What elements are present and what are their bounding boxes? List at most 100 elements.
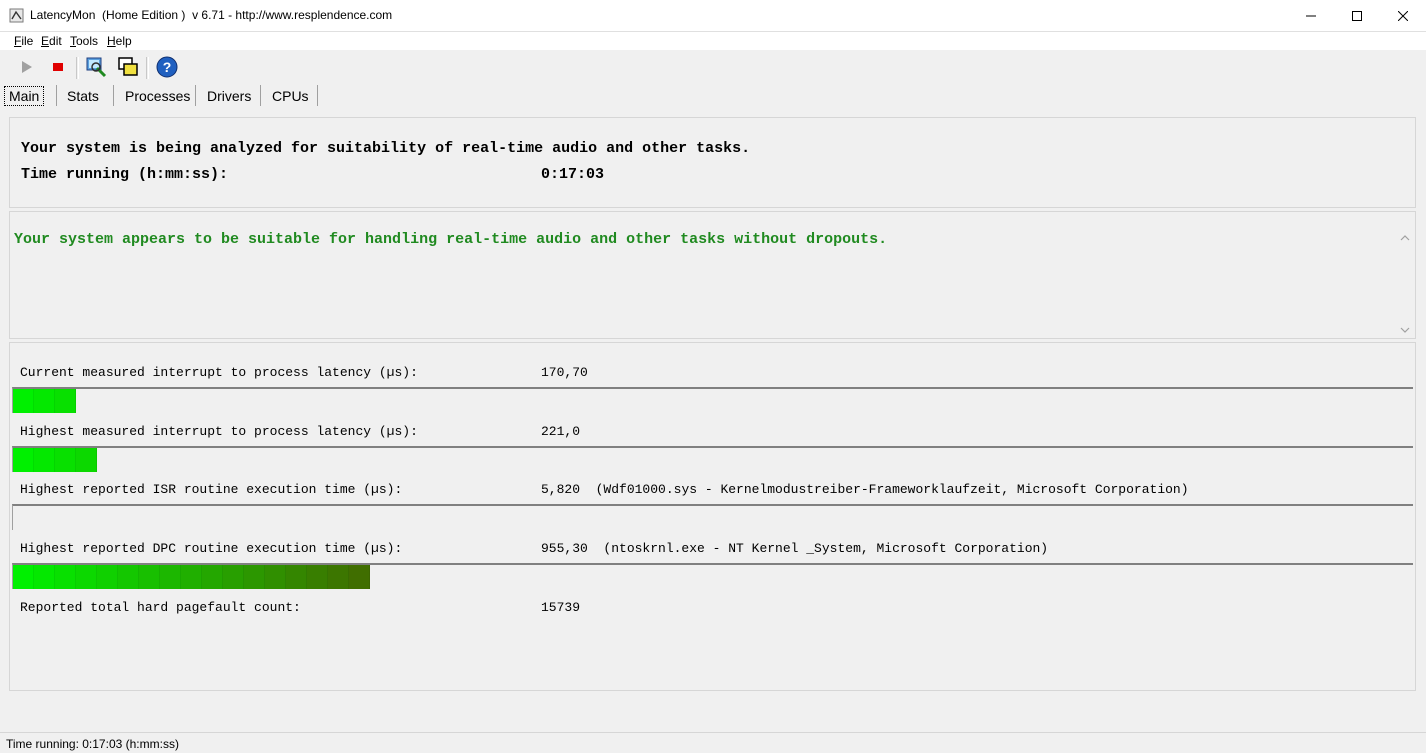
metric-label-dpc: Highest reported DPC routine execution t… <box>20 541 403 556</box>
tab-separator <box>113 85 114 106</box>
meter-segment <box>34 448 55 472</box>
tab-main[interactable]: Main <box>4 86 45 106</box>
analysis-description: Your system is being analyzed for suitab… <box>21 140 751 157</box>
menu-edit-accel: E <box>41 34 50 48</box>
toolbar: ? <box>0 51 1426 83</box>
metric-number: 170,70 <box>541 365 588 380</box>
menu-bar: File Edit Tools Help <box>0 32 1426 50</box>
maximize-icon <box>1352 10 1362 21</box>
status-text: Time running: 0:17:03 (h:mm:ss) <box>6 737 179 751</box>
metric-label-highest-latency: Highest measured interrupt to process la… <box>20 424 418 439</box>
meter-isr <box>12 504 1413 530</box>
metric-label-isr: Highest reported ISR routine execution t… <box>20 482 403 497</box>
analyze-button[interactable] <box>84 55 108 79</box>
menu-tools-rest: ools <box>76 34 99 48</box>
meter-fill <box>13 565 370 589</box>
windows-button[interactable] <box>116 55 140 79</box>
meter-segment <box>244 565 265 589</box>
menu-edit-rest: dit <box>49 34 62 48</box>
meter-segment <box>55 448 76 472</box>
meter-segment <box>13 389 34 413</box>
meter-segment <box>349 565 370 589</box>
close-icon <box>1398 10 1408 21</box>
meter-fill <box>13 448 97 472</box>
analysis-header-panel: Your system is being analyzed for suitab… <box>9 117 1416 208</box>
stop-button[interactable] <box>46 55 70 79</box>
metric-value-isr: 5,820 (Wdf01000.sys - Kernelmodustreiber… <box>541 482 1189 497</box>
stop-icon <box>53 63 63 71</box>
meter-segment <box>139 565 160 589</box>
meter-segment <box>97 565 118 589</box>
minimize-button[interactable] <box>1288 0 1334 31</box>
windows-icon <box>118 57 138 76</box>
metric-number: 221,0 <box>541 424 581 439</box>
meter-segment <box>34 389 55 413</box>
meter-segment <box>223 565 244 589</box>
verdict-message: Your system appears to be suitable for h… <box>14 231 888 248</box>
meter-segment <box>13 565 34 589</box>
svg-text:?: ? <box>163 59 172 75</box>
meter-segment <box>34 565 55 589</box>
menu-help-accel: H <box>107 34 116 48</box>
verdict-scrollbar[interactable] <box>1397 230 1413 338</box>
meter-segment <box>307 565 328 589</box>
tab-separator <box>195 85 196 106</box>
meter-dpc <box>12 563 1413 589</box>
meter-segment <box>265 565 286 589</box>
meter-segment <box>160 565 181 589</box>
toolbar-separator <box>146 57 149 79</box>
tab-drivers[interactable]: Drivers <box>203 86 255 106</box>
pagefault-label: Reported total hard pagefault count: <box>20 600 301 615</box>
meter-segment <box>286 565 307 589</box>
title-bar: LatencyMon (Home Edition ) v 6.71 - http… <box>0 0 1426 32</box>
meter-segment <box>202 565 223 589</box>
metric-number: 5,820 <box>541 482 581 497</box>
toolbar-separator <box>76 57 79 79</box>
help-button[interactable]: ? <box>155 55 179 79</box>
menu-edit[interactable]: Edit <box>41 34 62 48</box>
meter-segment <box>181 565 202 589</box>
latencymon-app-icon[interactable] <box>9 8 24 23</box>
meter-highest-latency <box>12 446 1413 472</box>
metric-value-current-latency: 170,70 <box>541 365 588 380</box>
tab-cpus[interactable]: CPUs <box>268 86 313 106</box>
tab-separator <box>317 85 318 106</box>
minimize-icon <box>1306 15 1316 16</box>
meter-segment <box>118 565 139 589</box>
tab-separator <box>260 85 261 106</box>
window-title: LatencyMon (Home Edition ) v 6.71 - http… <box>30 8 393 22</box>
meter-fill <box>13 389 76 413</box>
menu-file[interactable]: File <box>14 34 33 48</box>
metrics-panel: Current measured interrupt to process la… <box>9 342 1416 691</box>
close-button[interactable] <box>1380 0 1426 31</box>
tab-bar: Main Stats Processes Drivers CPUs <box>0 83 1426 107</box>
pagefault-value: 15739 <box>541 600 581 615</box>
status-bar: Time running: 0:17:03 (h:mm:ss) <box>0 732 1426 753</box>
metric-value-dpc: 955,30 (ntoskrnl.exe - NT Kernel _System… <box>541 541 1048 556</box>
meter-segment <box>13 448 34 472</box>
time-running-value: 0:17:03 <box>541 166 605 183</box>
meter-segment <box>55 389 76 413</box>
tab-stats[interactable]: Stats <box>63 86 103 106</box>
tab-separator <box>56 85 57 106</box>
meter-current-latency <box>12 387 1413 413</box>
analyze-icon <box>86 57 107 78</box>
menu-help-rest: elp <box>115 34 132 48</box>
metric-label-current-latency: Current measured interrupt to process la… <box>20 365 418 380</box>
scrollbar-arrows-icon <box>1400 235 1410 333</box>
meter-segment <box>55 565 76 589</box>
metric-detail: (Wdf01000.sys - Kernelmodustreiber-Frame… <box>595 482 1189 497</box>
meter-segment <box>328 565 349 589</box>
menu-tools[interactable]: Tools <box>70 34 98 48</box>
metric-detail: (ntoskrnl.exe - NT Kernel _System, Micro… <box>603 541 1049 556</box>
tab-processes[interactable]: Processes <box>121 86 194 106</box>
meter-segment <box>76 565 97 589</box>
metric-value-highest-latency: 221,0 <box>541 424 580 439</box>
menu-help[interactable]: Help <box>107 34 132 48</box>
start-button[interactable] <box>14 55 38 79</box>
verdict-panel[interactable]: Your system appears to be suitable for h… <box>9 211 1416 339</box>
play-icon <box>22 61 32 73</box>
menu-file-rest: ile <box>21 34 34 48</box>
help-icon: ? <box>156 56 178 78</box>
maximize-button[interactable] <box>1334 0 1380 31</box>
